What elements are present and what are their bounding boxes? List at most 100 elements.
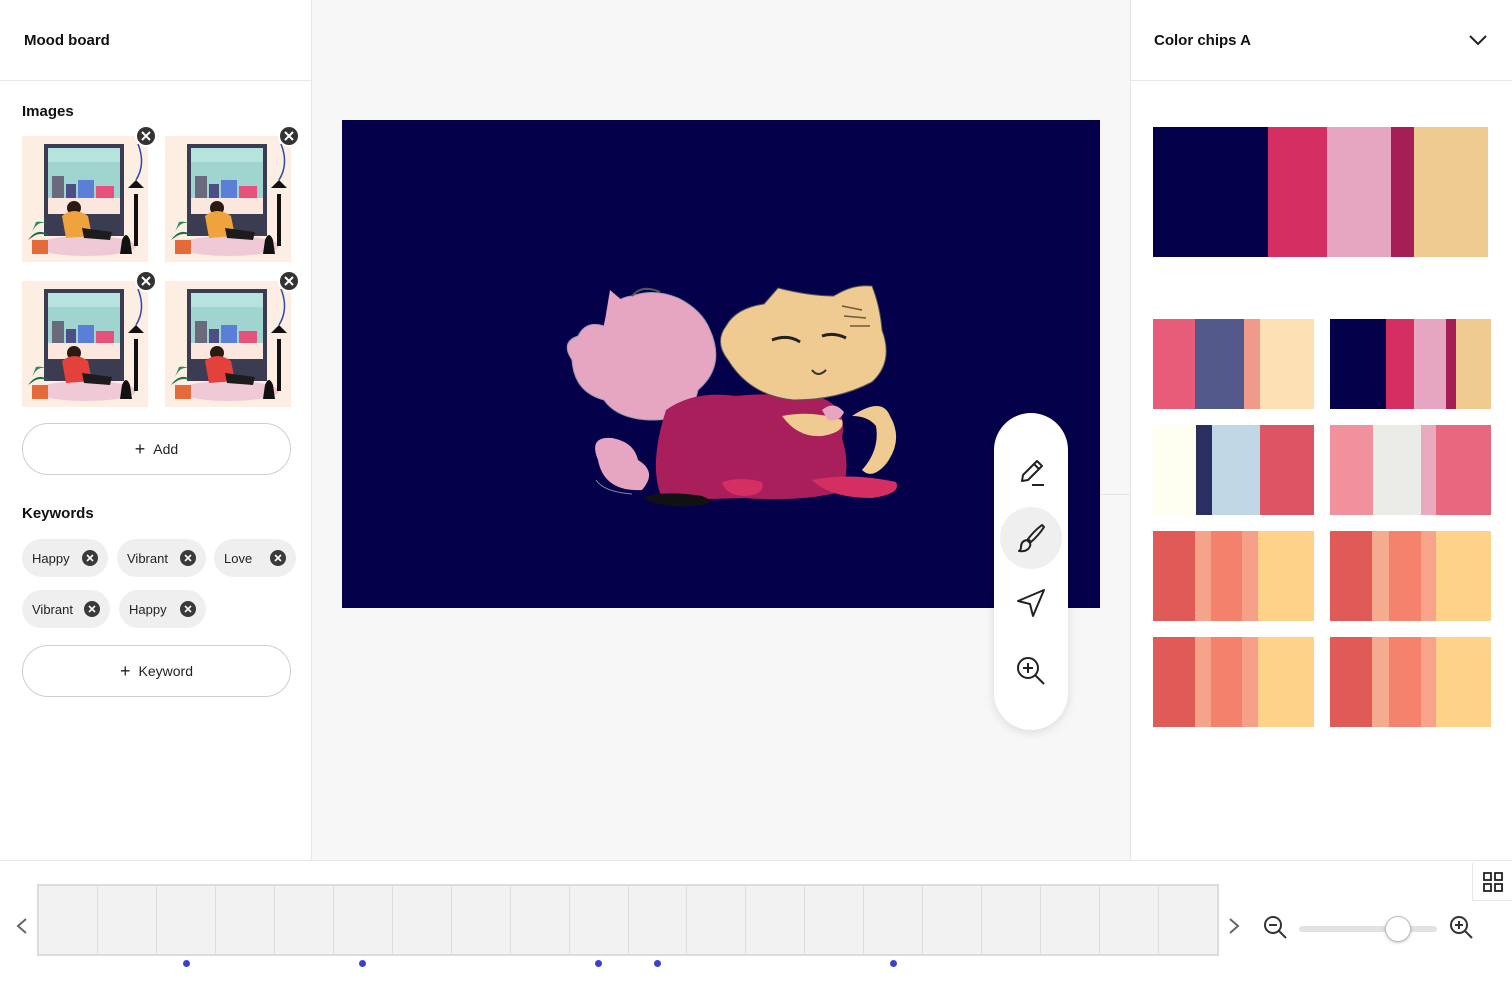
color-swatch xyxy=(1268,127,1327,257)
keywords-section-title: Keywords xyxy=(22,505,94,522)
color-swatch xyxy=(1414,127,1488,257)
color-swatch xyxy=(1330,319,1386,409)
add-image-button[interactable]: + Add xyxy=(22,423,291,475)
remove-image-button[interactable] xyxy=(278,270,300,292)
timeline-frame[interactable] xyxy=(1100,886,1160,954)
timeline-frame[interactable] xyxy=(805,886,865,954)
close-icon xyxy=(141,131,151,141)
color-palette-option[interactable] xyxy=(1153,637,1314,727)
timeline-frame[interactable] xyxy=(511,886,570,954)
color-swatch xyxy=(1386,319,1414,409)
color-palette-option[interactable] xyxy=(1153,531,1314,621)
keyword-chip[interactable]: Happy xyxy=(22,539,108,577)
color-swatch xyxy=(1435,637,1491,727)
timeline-frame[interactable] xyxy=(1159,886,1217,954)
color-swatch xyxy=(1391,127,1414,257)
timeline-frame[interactable] xyxy=(452,886,511,954)
color-palette-option[interactable] xyxy=(1330,425,1491,515)
keyword-chip[interactable]: Happy xyxy=(119,590,206,628)
pen-tool-button[interactable] xyxy=(1000,441,1062,503)
images-section-title: Images xyxy=(22,103,74,120)
grid-view-button[interactable] xyxy=(1472,863,1512,901)
color-swatch xyxy=(1211,531,1242,621)
palette-dropdown[interactable]: Color chips A xyxy=(1131,0,1512,81)
plus-icon: + xyxy=(134,439,146,459)
add-image-label: Add xyxy=(153,441,179,457)
keyword-chip[interactable]: Love xyxy=(214,539,296,577)
remove-keyword-icon[interactable] xyxy=(84,601,100,617)
timeline-frame[interactable] xyxy=(275,886,334,954)
timeline-frame[interactable] xyxy=(1041,886,1101,954)
color-swatch xyxy=(1242,531,1258,621)
timeline-frame[interactable] xyxy=(216,886,275,954)
timeline-frame[interactable] xyxy=(39,886,98,954)
remove-image-button[interactable] xyxy=(278,125,300,147)
panel-title: Mood board xyxy=(24,31,110,49)
color-swatch xyxy=(1330,425,1373,515)
image-thumbnail[interactable] xyxy=(22,281,148,407)
remove-keyword-icon[interactable] xyxy=(82,550,98,566)
timeline-frame[interactable] xyxy=(629,886,688,954)
keyword-label: Happy xyxy=(129,601,167,617)
color-palette-option[interactable] xyxy=(1330,531,1491,621)
color-palette-option[interactable] xyxy=(1330,637,1491,727)
zoom-slider-track[interactable] xyxy=(1299,926,1437,932)
close-icon xyxy=(284,131,294,141)
timeline-frame[interactable] xyxy=(687,886,747,954)
keyframe-marker xyxy=(182,960,190,967)
zoom-in-icon[interactable] xyxy=(1448,914,1474,940)
cat-sketch-artwork xyxy=(342,120,1100,608)
brush-icon xyxy=(1018,524,1045,553)
image-thumbnail[interactable] xyxy=(22,136,148,262)
image-thumbnail[interactable] xyxy=(165,136,291,262)
color-swatch xyxy=(1195,637,1211,727)
timeline-frame[interactable] xyxy=(157,886,216,954)
remove-keyword-icon[interactable] xyxy=(180,550,196,566)
timeline-frame[interactable] xyxy=(334,886,393,954)
brush-tool-button[interactable] xyxy=(1000,507,1062,569)
color-swatch xyxy=(1456,319,1491,409)
color-swatch xyxy=(1388,637,1421,727)
color-swatch xyxy=(1372,637,1389,727)
color-swatch xyxy=(1196,425,1212,515)
pen-icon xyxy=(1021,460,1044,486)
color-swatch xyxy=(1373,425,1421,515)
chevron-left-icon[interactable] xyxy=(15,917,29,935)
timeline-frame[interactable] xyxy=(923,886,983,954)
color-swatch xyxy=(1330,637,1372,727)
keyword-chip[interactable]: Vibrant xyxy=(117,539,206,577)
keyframe-marker xyxy=(653,960,661,967)
image-thumbnail[interactable] xyxy=(165,281,291,407)
artwork-canvas[interactable] xyxy=(342,120,1100,608)
zoom-out-icon[interactable] xyxy=(1262,914,1288,940)
remove-image-button[interactable] xyxy=(135,125,157,147)
add-keyword-button[interactable]: + Keyword xyxy=(22,645,291,697)
timeline-frame[interactable] xyxy=(570,886,629,954)
keyframe-marker xyxy=(889,960,897,967)
color-palette-option[interactable] xyxy=(1330,319,1491,409)
chevron-right-icon[interactable] xyxy=(1227,917,1241,935)
zoom-tool-button[interactable] xyxy=(1000,640,1062,702)
color-palette-option[interactable] xyxy=(1153,425,1314,515)
right-panel: Color chips A xyxy=(1130,0,1512,860)
remove-keyword-icon[interactable] xyxy=(270,550,286,566)
main-color-palette[interactable] xyxy=(1153,127,1488,257)
timeline-frame[interactable] xyxy=(98,886,157,954)
illustration-image xyxy=(165,136,291,262)
keyframe-marker xyxy=(359,960,367,967)
color-swatch xyxy=(1330,531,1372,621)
keyword-chip[interactable]: Vibrant xyxy=(22,590,110,628)
chevron-down-icon xyxy=(1469,35,1487,46)
keyword-label: Vibrant xyxy=(127,550,168,566)
timeline-frame[interactable] xyxy=(864,886,924,954)
color-palette-option[interactable] xyxy=(1153,319,1314,409)
remove-image-button[interactable] xyxy=(135,270,157,292)
timeline-frame[interactable] xyxy=(393,886,452,954)
timeline-frame[interactable] xyxy=(982,886,1042,954)
zoom-slider-thumb[interactable] xyxy=(1385,916,1412,942)
send-tool-button[interactable] xyxy=(1000,572,1062,634)
plus-icon: + xyxy=(120,661,131,681)
remove-keyword-icon[interactable] xyxy=(180,601,196,617)
timeline-frame[interactable] xyxy=(746,886,806,954)
color-swatch xyxy=(1153,531,1195,621)
